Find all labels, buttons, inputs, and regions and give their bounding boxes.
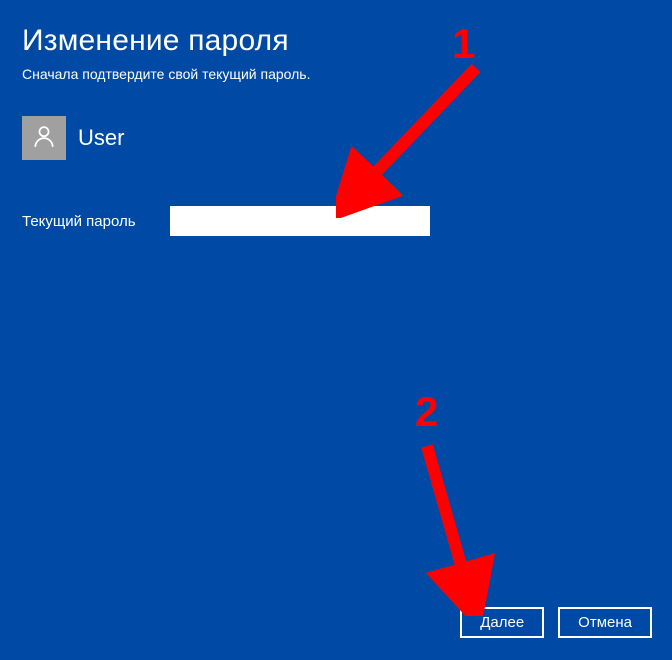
annotation-number-2: 2	[415, 388, 438, 436]
page-title: Изменение пароля	[22, 24, 650, 58]
current-password-label: Текущий пароль	[22, 213, 142, 230]
dialog-buttons: Далее Отмена	[460, 607, 652, 638]
username: User	[78, 125, 124, 151]
current-password-row: Текущий пароль	[22, 206, 650, 236]
next-button[interactable]: Далее	[460, 607, 544, 638]
avatar	[22, 116, 66, 160]
cancel-button[interactable]: Отмена	[558, 607, 652, 638]
person-icon	[31, 123, 57, 154]
current-password-input[interactable]	[170, 206, 430, 236]
annotation-arrow-2-icon	[402, 436, 522, 616]
user-row: User	[22, 116, 650, 160]
page-subtitle: Сначала подтвердите свой текущий пароль.	[22, 66, 650, 82]
